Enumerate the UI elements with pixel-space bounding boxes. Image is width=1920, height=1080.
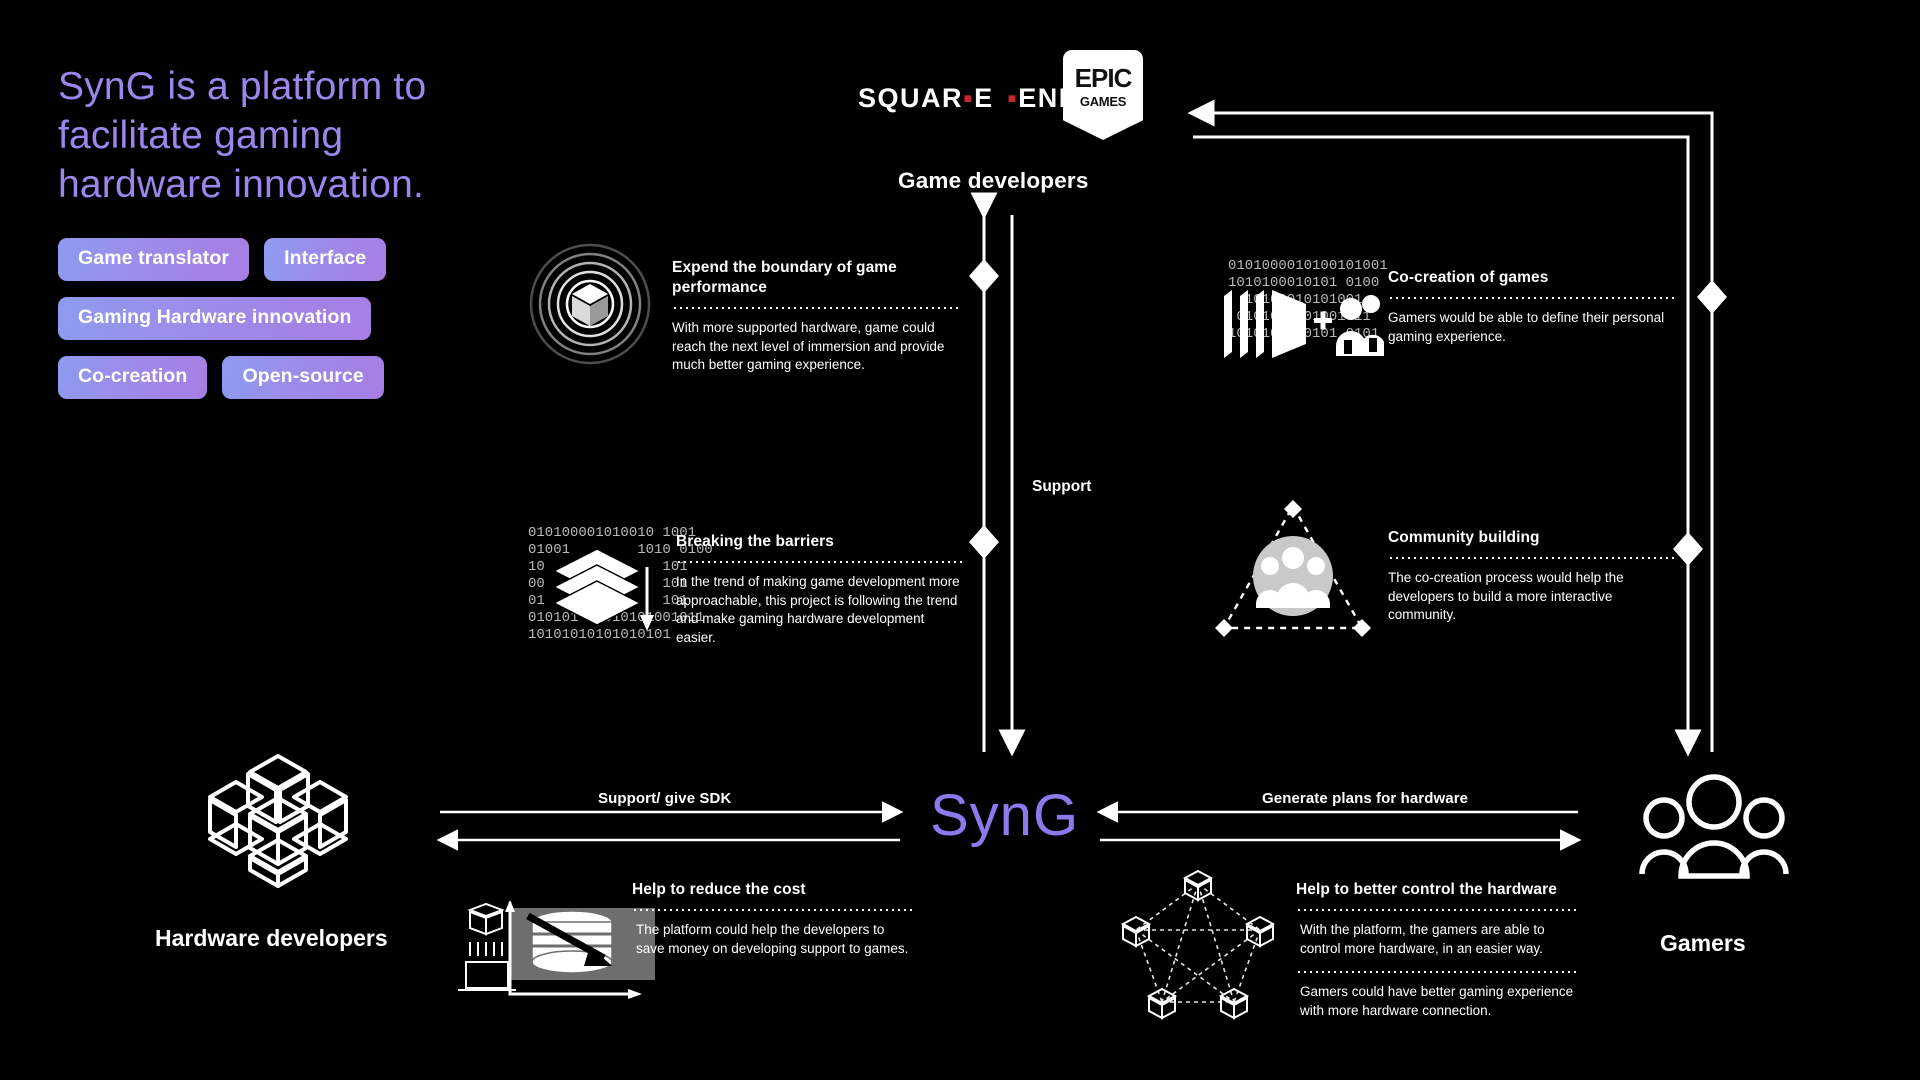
dotted-divider [1388, 557, 1676, 559]
card-title: Expend the boundary of game performance [672, 259, 897, 296]
diamond-marker [1697, 280, 1727, 314]
card-expend-boundary: Expend the boundary of game performance … [672, 258, 958, 375]
node-label-gamers: Gamers [1660, 930, 1746, 956]
dotted-divider [676, 561, 962, 563]
cocreation-panels-people-icon [1224, 290, 1384, 358]
card-body: With more supported hardware, game could… [672, 320, 945, 372]
card-body: The platform could help the developers t… [636, 922, 909, 956]
hardware-developers-cube-icon [208, 754, 348, 888]
node-label-hardware-developers: Hardware developers [155, 925, 388, 951]
cost-reduction-database-icon [458, 900, 655, 999]
diamond-marker [969, 525, 999, 559]
card-body: Gamers would be able to define their per… [1388, 310, 1665, 344]
line-gamedev-to-gamers [1193, 135, 1702, 757]
card-title: Community building [1388, 529, 1540, 546]
card-title: Help to reduce the cost [632, 881, 806, 898]
diamond-marker [1673, 532, 1703, 566]
diamond-marker [969, 259, 999, 293]
card-body: The co-creation process would help the d… [1388, 570, 1624, 622]
card-cocreation-of-games: Co-creation of games Gamers would be abl… [1388, 268, 1676, 346]
arrow-label-support-give-sdk: Support/ give SDK [598, 790, 732, 807]
card-community-building: Community building The co-creation proce… [1388, 528, 1676, 625]
card-title: Help to better control the hardware [1296, 881, 1558, 898]
community-triangle-icon [1215, 500, 1371, 637]
card-title: Breaking the barriers [676, 533, 835, 550]
gamers-group-icon [1639, 774, 1789, 879]
card-reduce-cost: Help to reduce the cost The platform cou… [632, 880, 914, 958]
dotted-divider [1388, 297, 1676, 299]
dotted-divider [632, 909, 914, 911]
arrow-label-support: Support [1032, 478, 1092, 495]
card-better-control-hardware: Help to better control the hardware With… [1296, 880, 1580, 1020]
dotted-divider [672, 307, 958, 309]
arrow-label-generate-plans: Generate plans for hardware [1262, 790, 1469, 807]
platform-wordmark-syng: SynG [930, 783, 1080, 848]
card-body: In the trend of making game development … [676, 574, 960, 645]
line-gamers-to-gamedev [1187, 99, 1714, 752]
stacked-layers-icon [552, 548, 654, 631]
card-title: Co-creation of games [1388, 269, 1549, 286]
dotted-divider [1296, 971, 1580, 973]
dotted-divider [1296, 909, 1580, 911]
hardware-network-icon [1120, 869, 1276, 1020]
card-breaking-barriers: Breaking the barriers In the trend of ma… [676, 532, 962, 647]
diagram-canvas: SynG is a platform to facilitate gaming … [0, 0, 1920, 1080]
card-body-2: Gamers could have better gaming experien… [1300, 984, 1574, 1018]
radar-cube-icon [529, 243, 651, 365]
card-body-1: With the platform, the gamers are able t… [1300, 922, 1545, 956]
